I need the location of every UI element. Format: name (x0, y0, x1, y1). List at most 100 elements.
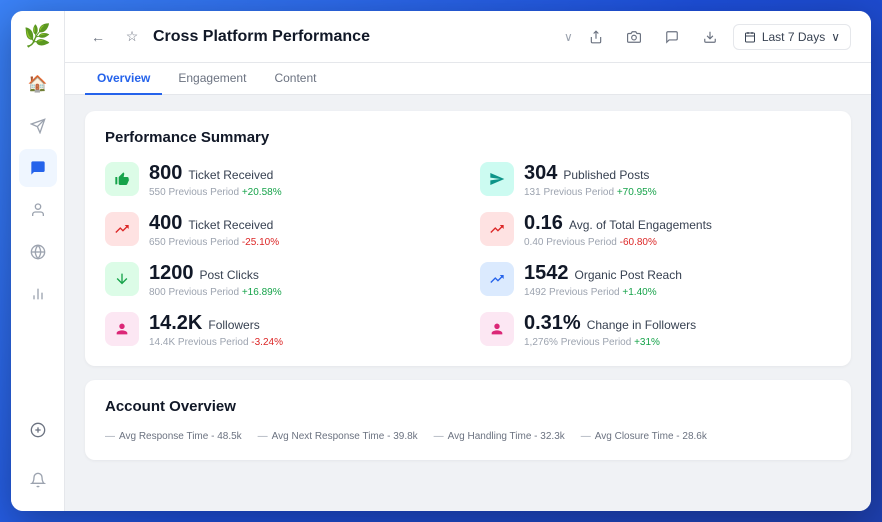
metric-main-followers: 14.2K Followers (149, 312, 283, 335)
header-actions: Last 7 Days ∨ (581, 22, 851, 52)
metric-sub-ticket-1: 550 Previous Period +20.58% (149, 187, 282, 198)
metric-label-followers: Followers (208, 318, 259, 332)
sidebar-bell[interactable] (19, 461, 57, 499)
stat-dash-4: — (581, 431, 591, 442)
metric-post-clicks: 1200 Post Clicks 800 Previous Period +16… (105, 262, 456, 298)
metric-icon-followers (105, 312, 139, 346)
sidebar-item-chart[interactable] (19, 275, 57, 313)
metric-icon-reach (480, 262, 514, 296)
date-range-chevron: ∨ (831, 30, 840, 44)
stat-avg-next-response: — Avg Next Response Time - 39.8k (258, 431, 418, 442)
download-button[interactable] (695, 22, 725, 52)
metric-published-posts: 304 Published Posts 131 Previous Period … (480, 162, 831, 198)
metric-info-published: 304 Published Posts 131 Previous Period … (524, 162, 657, 198)
sidebar-item-chat[interactable] (19, 149, 57, 187)
sidebar-logo: 🌿 (24, 23, 51, 49)
tab-overview[interactable]: Overview (85, 63, 162, 95)
stat-label-4: Avg Closure Time - 28.6k (595, 431, 707, 442)
metric-label-change-followers: Change in Followers (587, 318, 696, 332)
performance-summary-title: Performance Summary (105, 129, 831, 146)
metric-ticket-received-2: 400 Ticket Received 650 Previous Period … (105, 212, 456, 248)
metric-icon-clicks (105, 262, 139, 296)
metric-change-reach: +1.40% (622, 287, 656, 298)
metric-main-ticket-2: 400 Ticket Received (149, 212, 279, 235)
page-title: Cross Platform Performance (153, 28, 556, 46)
metric-icon-send (480, 162, 514, 196)
sidebar: 🌿 🏠 (11, 11, 65, 511)
stat-label-3: Avg Handling Time - 32.3k (448, 431, 565, 442)
metric-info-engagement: 0.16 Avg. of Total Engagements 0.40 Prev… (524, 212, 712, 248)
metric-value-reach: 1542 (524, 262, 569, 285)
metric-icon-thumbsup (105, 162, 139, 196)
account-overview-title: Account Overview (105, 398, 831, 415)
message-button[interactable] (657, 22, 687, 52)
metric-info-ticket-2: 400 Ticket Received 650 Previous Period … (149, 212, 279, 248)
metric-change-followers: 0.31% Change in Followers 1,276% Previou… (480, 312, 831, 348)
sidebar-item-send[interactable] (19, 107, 57, 145)
metric-value-published: 304 (524, 162, 557, 185)
date-range-button[interactable]: Last 7 Days ∨ (733, 24, 851, 50)
sidebar-item-globe[interactable] (19, 233, 57, 271)
metric-followers: 14.2K Followers 14.4K Previous Period -3… (105, 312, 456, 348)
metric-main-ticket-1: 800 Ticket Received (149, 162, 282, 185)
app-container: 🌿 🏠 ← ☆ Cross Platform Performance (11, 11, 871, 511)
stat-dash-2: — (258, 431, 268, 442)
metric-value-ticket-1: 800 (149, 162, 182, 185)
main-content: ← ☆ Cross Platform Performance ∨ (65, 11, 871, 511)
star-button[interactable]: ☆ (119, 24, 145, 50)
metric-info-ticket-1: 800 Ticket Received 550 Previous Period … (149, 162, 282, 198)
stat-dash-3: — (434, 431, 444, 442)
metric-icon-bar-down (105, 212, 139, 246)
metric-value-engagement: 0.16 (524, 212, 563, 235)
title-dropdown[interactable]: ∨ (564, 30, 573, 44)
metric-sub-ticket-2: 650 Previous Period -25.10% (149, 237, 279, 248)
performance-grid: 800 Ticket Received 550 Previous Period … (105, 162, 831, 348)
tabs-bar: Overview Engagement Content (65, 63, 871, 95)
metric-change-clicks: +16.89% (242, 287, 282, 298)
metric-icon-change-followers (480, 312, 514, 346)
metric-value-clicks: 1200 (149, 262, 194, 285)
tab-engagement[interactable]: Engagement (166, 63, 258, 95)
metric-change-engagement: -60.80% (620, 237, 657, 248)
back-button[interactable]: ← (85, 24, 111, 50)
metric-main-published: 304 Published Posts (524, 162, 657, 185)
metric-change-change-followers: +31% (634, 337, 660, 348)
metric-value-ticket-2: 400 (149, 212, 182, 235)
metric-info-change-followers: 0.31% Change in Followers 1,276% Previou… (524, 312, 696, 348)
sidebar-item-add[interactable] (19, 411, 57, 449)
metric-sub-engagement: 0.40 Previous Period -60.80% (524, 237, 712, 248)
metric-info-reach: 1542 Organic Post Reach 1492 Previous Pe… (524, 262, 682, 298)
stat-label-1: Avg Response Time - 48.5k (119, 431, 242, 442)
stat-label-2: Avg Next Response Time - 39.8k (272, 431, 418, 442)
account-overview-stats: — Avg Response Time - 48.5k — Avg Next R… (105, 431, 831, 442)
metric-main-clicks: 1200 Post Clicks (149, 262, 282, 285)
metric-sub-published: 131 Previous Period +70.95% (524, 187, 657, 198)
metric-icon-engagement (480, 212, 514, 246)
stat-avg-response: — Avg Response Time - 48.5k (105, 431, 242, 442)
stat-avg-handling: — Avg Handling Time - 32.3k (434, 431, 565, 442)
camera-button[interactable] (619, 22, 649, 52)
stat-dash-1: — (105, 431, 115, 442)
metric-main-reach: 1542 Organic Post Reach (524, 262, 682, 285)
metric-info-followers: 14.2K Followers 14.4K Previous Period -3… (149, 312, 283, 348)
metric-label-ticket-1: Ticket Received (188, 168, 273, 182)
metric-sub-reach: 1492 Previous Period +1.40% (524, 287, 682, 298)
metric-sub-change-followers: 1,276% Previous Period +31% (524, 337, 696, 348)
metric-info-clicks: 1200 Post Clicks 800 Previous Period +16… (149, 262, 282, 298)
metric-organic-reach: 1542 Organic Post Reach 1492 Previous Pe… (480, 262, 831, 298)
metric-value-change-followers: 0.31% (524, 312, 581, 335)
sidebar-item-home[interactable]: 🏠 (19, 65, 57, 103)
account-overview-card: Account Overview — Avg Response Time - 4… (85, 380, 851, 460)
share-button[interactable] (581, 22, 611, 52)
metric-label-clicks: Post Clicks (200, 268, 259, 282)
metric-label-engagement: Avg. of Total Engagements (569, 218, 712, 232)
metric-ticket-received-1: 800 Ticket Received 550 Previous Period … (105, 162, 456, 198)
metric-sub-followers: 14.4K Previous Period -3.24% (149, 337, 283, 348)
header: ← ☆ Cross Platform Performance ∨ (65, 11, 871, 63)
metric-label-ticket-2: Ticket Received (188, 218, 273, 232)
date-range-label: Last 7 Days (762, 30, 825, 44)
tab-content[interactable]: Content (262, 63, 328, 95)
metric-label-reach: Organic Post Reach (575, 268, 682, 282)
sidebar-item-user[interactable] (19, 191, 57, 229)
metric-main-change-followers: 0.31% Change in Followers (524, 312, 696, 335)
